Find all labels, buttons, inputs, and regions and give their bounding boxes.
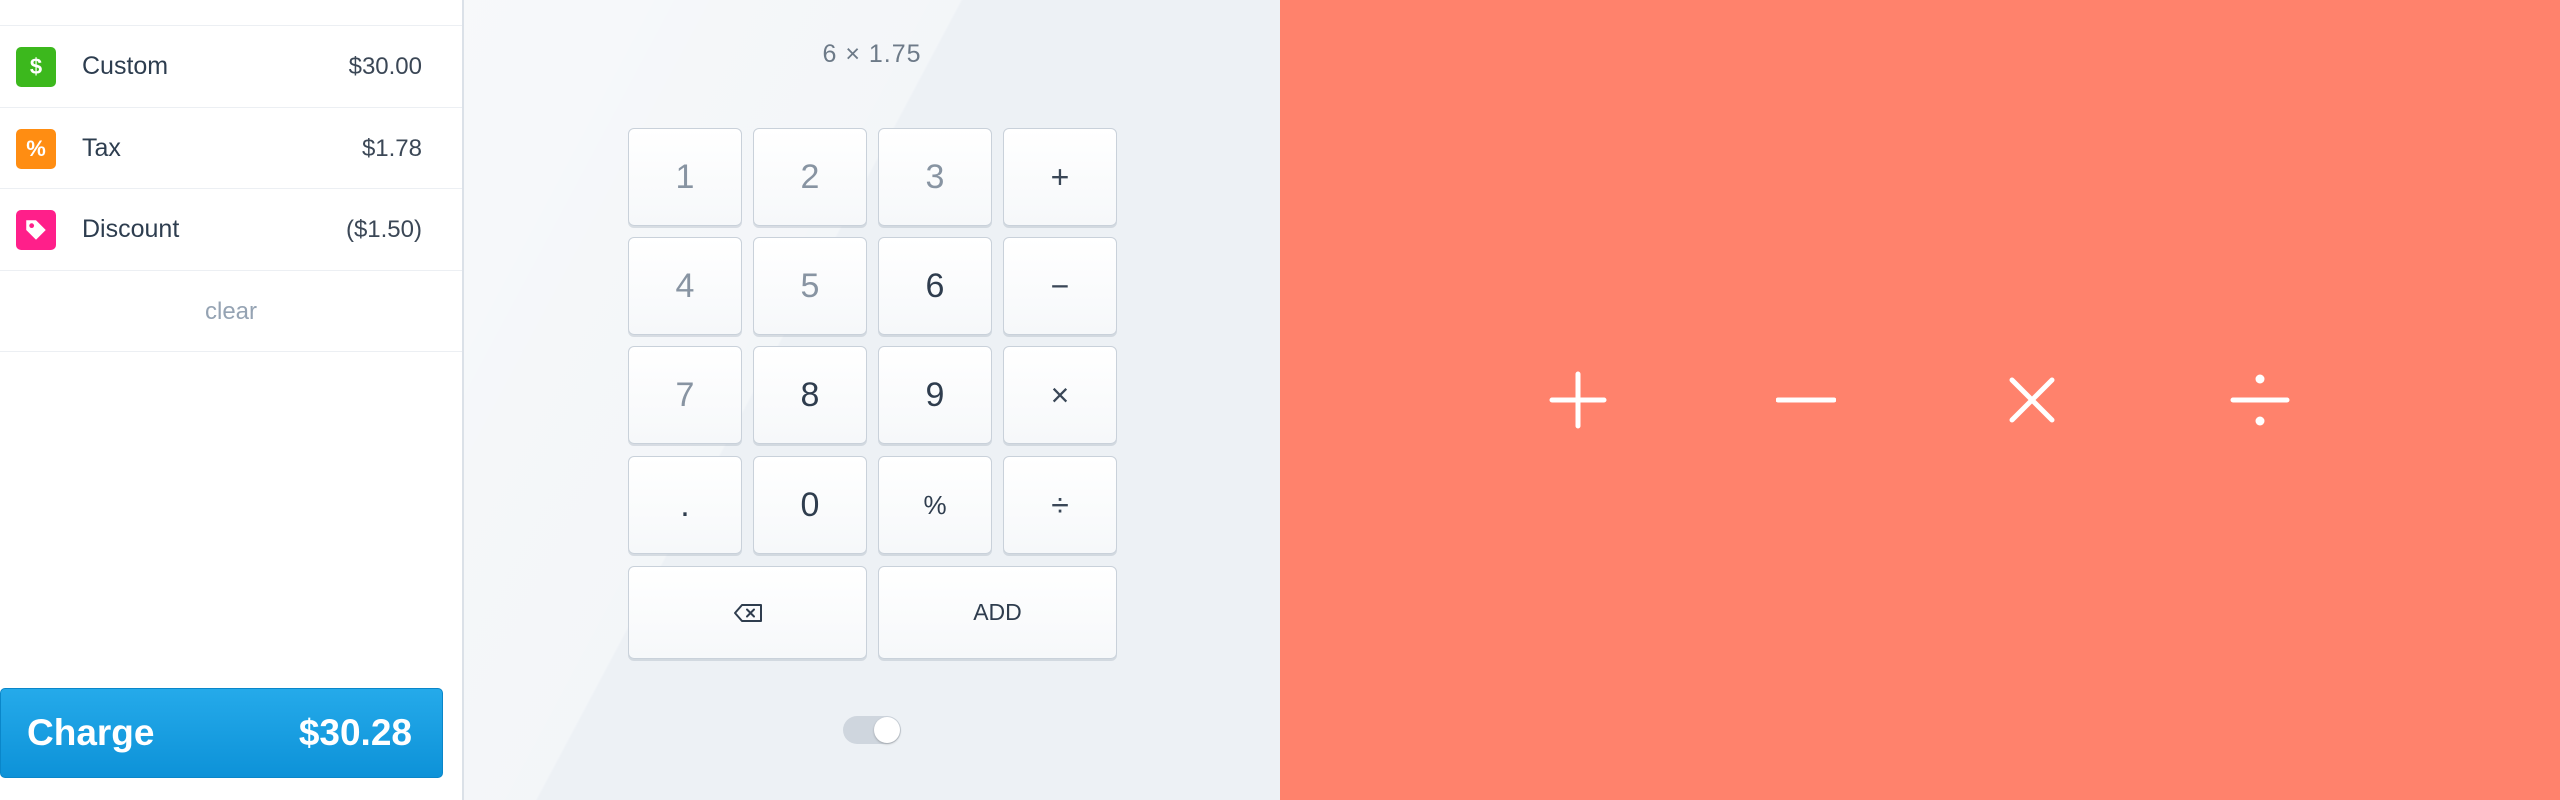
backspace-button[interactable] xyxy=(628,566,867,659)
percent-icon: % xyxy=(16,129,56,169)
key-2[interactable]: 2 xyxy=(753,128,867,226)
line-item-name: Discount xyxy=(82,215,180,243)
operators-panel xyxy=(1280,0,2560,800)
charge-label: Charge xyxy=(27,712,155,753)
key-8[interactable]: 8 xyxy=(753,346,867,444)
clear-button[interactable]: clear xyxy=(0,270,462,352)
toggle-knob xyxy=(874,717,900,743)
key-0[interactable]: 0 xyxy=(753,456,867,554)
glare-overlay xyxy=(464,0,1280,800)
dollar-icon: $ xyxy=(16,47,56,87)
key-minus[interactable]: − xyxy=(1003,237,1117,335)
line-item-custom[interactable]: $ Custom $30.00 xyxy=(0,25,462,106)
divide-icon xyxy=(2230,370,2290,430)
line-item-discount[interactable]: Discount ($1.50) xyxy=(0,188,462,269)
key-plus[interactable]: + xyxy=(1003,128,1117,226)
key-divide[interactable]: ÷ xyxy=(1003,456,1117,554)
keypad-toggle[interactable] xyxy=(843,716,901,744)
line-item-name: Custom xyxy=(82,52,169,80)
key-decimal[interactable]: . xyxy=(628,456,742,554)
key-9[interactable]: 9 xyxy=(878,346,992,444)
key-5[interactable]: 5 xyxy=(753,237,867,335)
line-item-amount: ($1.50) xyxy=(345,216,422,243)
charge-button[interactable]: Charge $30.28 xyxy=(0,688,443,778)
tag-icon xyxy=(16,210,56,250)
line-item-amount: $1.78 xyxy=(361,135,422,162)
key-percent[interactable]: % xyxy=(878,456,992,554)
key-7[interactable]: 7 xyxy=(628,346,742,444)
expression-display: 6 × 1.75 xyxy=(822,40,922,68)
key-4[interactable]: 4 xyxy=(628,237,742,335)
tag-icon-shape xyxy=(26,220,46,240)
line-item-name: Tax xyxy=(82,134,121,162)
key-1[interactable]: 1 xyxy=(628,128,742,226)
order-panel: $ Custom $30.00 % Tax $1.78 Discount ($1… xyxy=(0,0,464,800)
key-3[interactable]: 3 xyxy=(878,128,992,226)
plus-icon xyxy=(1548,370,1608,430)
backspace-icon xyxy=(733,603,762,622)
multiply-icon xyxy=(2002,370,2062,430)
key-6[interactable]: 6 xyxy=(878,237,992,335)
key-multiply[interactable]: × xyxy=(1003,346,1117,444)
keypad-panel: 6 × 1.75 1 2 3 + 4 5 6 − 7 8 9 × . 0 % ÷… xyxy=(464,0,1280,800)
line-item-tax[interactable]: % Tax $1.78 xyxy=(0,107,462,188)
add-button[interactable]: ADD xyxy=(878,566,1117,659)
line-item-amount: $30.00 xyxy=(348,53,422,80)
charge-total: $30.28 xyxy=(298,712,412,753)
minus-icon xyxy=(1776,370,1836,430)
